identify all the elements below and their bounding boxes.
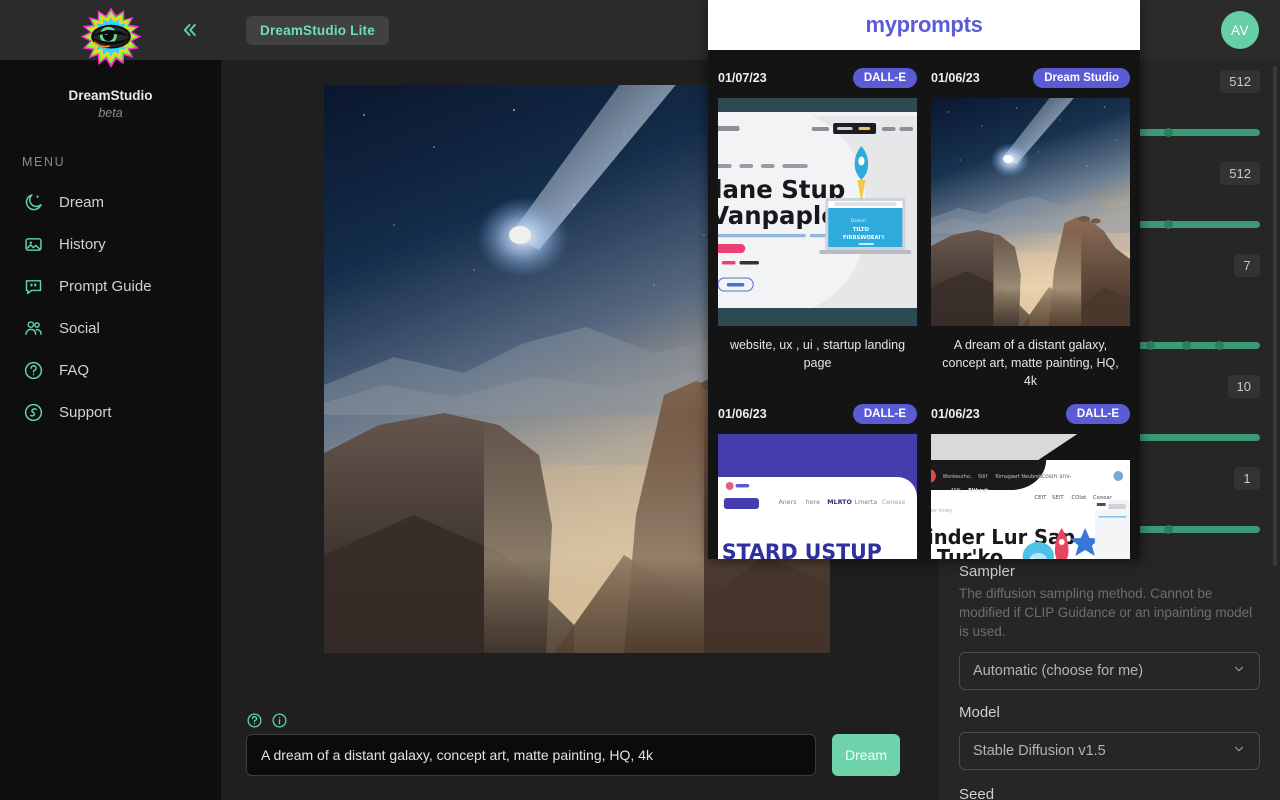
svg-text:Rimags: Rimags (995, 474, 1013, 480)
sampler-select-value: Automatic (choose for me) (973, 663, 1144, 680)
setting-value: 512 (1220, 162, 1260, 186)
dream-button[interactable]: Dream (832, 734, 900, 776)
prompt-card-tag[interactable]: DALL-E (852, 68, 917, 88)
svg-text:—: — (937, 488, 942, 494)
prompt-card-thumbnail[interactable] (931, 98, 1130, 326)
prompt-tools (246, 712, 288, 729)
model-label: Model (959, 704, 1000, 722)
setting-model: Model Stable Diffusion v1.5 (959, 690, 1260, 771)
dreamstudio-app: Dream Width 512 ge. Height 512 ge. (0, 0, 1280, 800)
svg-text:Blthrub: Blthrub (968, 488, 989, 494)
prompt-card-date: 01/06/23 (931, 407, 980, 422)
sidebar-item-dream[interactable]: Dream (0, 181, 221, 223)
dreamstudio-eye-logo (78, 5, 144, 71)
prompt-card-date: 01/07/23 (718, 71, 767, 85)
svg-text:hore: hore (806, 498, 820, 506)
prompt-card-date: 01/06/23 (718, 407, 767, 422)
model-select[interactable]: Stable Diffusion v1.5 (959, 732, 1260, 771)
svg-text:STARD USTUP: STARD USTUP (722, 540, 882, 559)
prompt-card-thumbnail[interactable]: Aners hore MLRTO Lmerta Cenese STARD UST… (718, 434, 917, 559)
setting-value: 7 (1234, 254, 1260, 278)
chevron-down-icon (1232, 742, 1246, 760)
prompt-row: Dream (246, 734, 900, 776)
prompt-card-grid: 01/07/23 DALL-E lane Stup Vanpaple Doliz… (718, 64, 1130, 559)
svg-text:MLRTO: MLRTO (827, 498, 852, 506)
brand-beta-label: beta (98, 106, 123, 120)
myprompts-popup: myprompts 01/07/23 DALL-E lane Stup Vanp… (708, 0, 1140, 559)
sampler-desc: The diffusion sampling method. Cannot be… (959, 585, 1253, 640)
model-select-value: Stable Diffusion v1.5 (973, 743, 1106, 760)
sidebar-item-label: FAQ (59, 361, 90, 379)
prompt-card[interactable]: 01/06/23 DALL-E Wonkeurho.. Stlif Rimags… (931, 400, 1130, 559)
collapse-sidebar-button[interactable] (172, 16, 206, 44)
prompt-input[interactable] (246, 734, 816, 776)
brand-name: DreamStudio (68, 88, 153, 103)
prompt-card[interactable]: 01/07/23 DALL-E lane Stup Vanpaple Doliz… (718, 64, 917, 390)
menu-list: Dream History Prompt Guide Social FAQ Su… (0, 181, 221, 433)
prompt-card-tag[interactable]: Dream Studio (1033, 68, 1130, 88)
prompt-card-caption: website, ux , ui , startup landing page (729, 338, 906, 371)
svg-text:Stlif: Stlif (978, 474, 988, 480)
image-icon (22, 233, 44, 255)
people-icon (22, 317, 44, 339)
quote-bubble-icon (22, 275, 44, 297)
setting-value: 1 (1234, 466, 1260, 490)
menu-heading: MENU (22, 155, 66, 169)
sampler-label: Sampler (959, 562, 1015, 580)
svg-text:Tur'ko: Tur'ko (937, 546, 1003, 559)
settings-scrollbar[interactable] (1273, 66, 1277, 566)
sidebar-item-social[interactable]: Social (0, 307, 221, 349)
setting-value: 10 (1227, 374, 1260, 398)
sidebar-item-label: Support (59, 403, 112, 421)
prompt-card[interactable]: 01/06/23 Dream Studio A dream of a dista… (931, 64, 1130, 390)
svg-text:Cenese: Cenese (882, 498, 905, 506)
svg-text:COlat: COlat (1071, 495, 1086, 501)
prompt-card-date: 01/06/23 (931, 71, 980, 85)
prompt-card-thumbnail[interactable]: lane Stup Vanpaple Dolizm TILTO FiRBSWOE… (718, 98, 917, 326)
sidebar-item-label: History (59, 235, 106, 253)
left-sidebar: DreamStudio beta MENU Dream History Prom… (0, 60, 221, 800)
svg-text:Wonkeurho..: Wonkeurho.. (943, 474, 974, 480)
sidebar-item-prompt-guide[interactable]: Prompt Guide (0, 265, 221, 307)
prompt-card-caption: A dream of a distant galaxy, concept art… (942, 338, 1119, 389)
myprompts-header: myprompts (708, 0, 1140, 50)
prompt-card-tag[interactable]: DALL-E (1065, 404, 1130, 425)
question-circle-icon[interactable] (246, 712, 263, 729)
avatar[interactable]: AV (1221, 11, 1259, 49)
seed-label: Seed (959, 786, 995, 800)
prompt-card-thumbnail[interactable]: Wonkeurho.. Stlif Rimags art Neubrec. bc… (931, 434, 1130, 559)
sidebar-item-label: Dream (59, 193, 105, 211)
svg-text:SEIT: SEIT (1052, 495, 1064, 501)
svg-text:Lmerta: Lmerta (855, 498, 878, 506)
sidebar-item-label: Social (59, 319, 100, 337)
sidebar-item-label: Prompt Guide (59, 277, 152, 295)
sidebar-item-history[interactable]: History (0, 223, 221, 265)
question-circle-icon (22, 359, 44, 381)
myprompts-logo: myprompts (865, 12, 983, 37)
sidebar-item-support[interactable]: Support (0, 391, 221, 433)
support-icon (22, 401, 44, 423)
dreamstudio-lite-badge[interactable]: DreamStudio Lite (246, 16, 389, 45)
sampler-select[interactable]: Automatic (choose for me) (959, 652, 1260, 691)
svg-text:CEIT: CEIT (1034, 495, 1047, 501)
svg-text:40%: 40% (951, 488, 962, 494)
moon-sparkle-icon (22, 191, 44, 213)
info-circle-icon[interactable] (271, 712, 288, 729)
svg-text:uer kmey: uer kmey (931, 508, 952, 514)
prompt-card[interactable]: 01/06/23 DALL-E Aners hore MLRTO Lmerta … (718, 400, 917, 559)
sidebar-item-faq[interactable]: FAQ (0, 349, 221, 391)
setting-value: 512 (1220, 70, 1260, 93)
chevron-down-icon (1232, 662, 1246, 680)
svg-text:Vanpaple: Vanpaple (718, 201, 838, 230)
myprompts-body[interactable]: 01/07/23 DALL-E lane Stup Vanpaple Doliz… (708, 50, 1140, 559)
svg-text:Dolizm: Dolizm (851, 218, 866, 224)
prompt-card-tag[interactable]: DALL-E (852, 404, 917, 425)
svg-text:FiRBSWOEAl'l: FiRBSWOEAl'l (843, 235, 884, 241)
svg-text:bcosm snv-: bcosm snv- (1038, 474, 1071, 480)
svg-text:Aners: Aners (778, 498, 797, 506)
svg-text:TILTO: TILTO (853, 227, 870, 233)
setting-seed: Seed (959, 770, 1260, 800)
